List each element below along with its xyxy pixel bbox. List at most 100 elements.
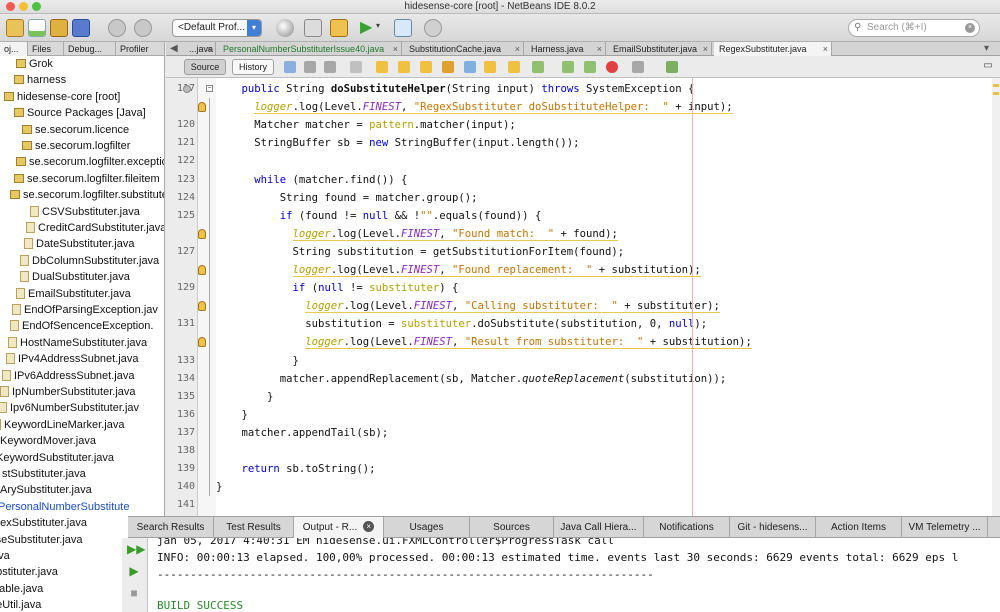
editor-tab[interactable]: ...java ×	[184, 42, 216, 56]
tree-item[interactable]: utable.java	[0, 581, 43, 597]
split-editor-icon[interactable]: ▭	[981, 59, 995, 73]
tree-item[interactable]: IpNumberSubstituter.java	[0, 384, 136, 400]
output-tab[interactable]: Sources	[470, 517, 554, 538]
close-tab-icon[interactable]: ×	[363, 521, 375, 532]
override-marker-icon[interactable]	[183, 85, 191, 93]
uncomment-icon[interactable]	[666, 61, 678, 73]
tree-item[interactable]: se.secorum.logfilter.substitute	[10, 187, 164, 203]
clear-search-icon[interactable]: ×	[965, 23, 975, 33]
tree-item[interactable]: ueUtil.java	[0, 597, 41, 612]
hint-lightbulb-icon[interactable]	[198, 102, 206, 113]
history-view-button[interactable]: History	[232, 59, 274, 75]
tree-item[interactable]: PersonalNumberSubstitute	[0, 499, 129, 515]
editor-tab[interactable]: EmailSubstituter.java ×	[608, 42, 712, 56]
comment-icon[interactable]	[584, 61, 596, 73]
editor-scrollbar[interactable]	[992, 78, 1000, 516]
tree-item[interactable]: KeywordLineMarker.java	[0, 417, 124, 433]
output-tab[interactable]: Action Items	[816, 517, 902, 538]
next-bookmark-icon[interactable]	[484, 61, 496, 73]
tree-item[interactable]: se.secorum.logfilter.exception	[16, 154, 164, 170]
configuration-select[interactable]: <Default Prof... ▾	[172, 19, 262, 37]
close-tab-icon[interactable]: ×	[823, 42, 828, 56]
output-tab[interactable]: VM Telemetry ...	[902, 517, 988, 538]
tree-item[interactable]: ava	[0, 548, 10, 564]
tree-item[interactable]: CreditCardSubstituter.java	[26, 220, 164, 236]
tab-projects[interactable]: oj...	[0, 42, 28, 56]
close-tab-icon[interactable]: ×	[515, 42, 520, 56]
output-console[interactable]: jan 05, 2017 4:40:31 EM hidesense.ui.FXM…	[148, 538, 1000, 612]
find-selection-icon[interactable]	[350, 61, 362, 73]
find-next-icon[interactable]	[398, 61, 410, 73]
forward-icon[interactable]	[324, 61, 336, 73]
close-tab-icon[interactable]: ×	[393, 42, 398, 56]
hint-lightbulb-icon[interactable]	[198, 301, 206, 312]
undo-icon[interactable]	[108, 19, 126, 37]
toggle-bookmark-icon[interactable]	[508, 61, 520, 73]
editor-tab[interactable]: PersonalNumberSubstituterIssue40.java ×	[218, 42, 402, 56]
output-tab[interactable]: Search Results	[128, 517, 214, 538]
new-project-icon[interactable]	[6, 19, 24, 37]
tree-item[interactable]: EmailSubstituter.java	[16, 286, 131, 302]
stop-icon[interactable]: ■	[127, 586, 141, 600]
tree-item[interactable]: DbColumnSubstituter.java	[20, 253, 159, 269]
tab-scroll-left-icon[interactable]: ◀	[170, 42, 178, 56]
chevron-down-icon[interactable]: ▾	[376, 21, 380, 30]
save-all-icon[interactable]	[72, 19, 90, 37]
tree-item[interactable]: Source Packages [Java]	[14, 105, 146, 121]
shift-right-icon[interactable]	[562, 61, 574, 73]
last-edit-icon[interactable]	[284, 61, 296, 73]
hint-lightbulb-icon[interactable]	[198, 265, 206, 275]
tree-item[interactable]: KeywordMover.java	[0, 433, 96, 449]
editor-tab[interactable]: RegexSubstituter.java ×	[714, 42, 832, 56]
shift-left-icon[interactable]	[532, 61, 544, 73]
toggle-highlight-icon[interactable]	[420, 61, 432, 73]
tree-item[interactable]: EndOfParsingException.jav	[12, 302, 158, 318]
new-file-icon[interactable]	[28, 19, 46, 37]
close-tab-icon[interactable]: ×	[703, 42, 708, 56]
output-tab[interactable]: Test Results	[214, 517, 294, 538]
fold-toggle-icon[interactable]: −	[206, 85, 213, 92]
tab-profiler[interactable]: Profiler	[116, 42, 165, 56]
rerun-icon[interactable]: ▶▶	[127, 542, 145, 556]
search-field[interactable]: ⚲ Search (⌘+I) ×	[848, 19, 980, 37]
tree-item[interactable]: IPv4AddressSubnet.java	[6, 351, 138, 367]
output-tab[interactable]: Git - hidesens...	[730, 517, 816, 538]
output-tab[interactable]: Notifications	[644, 517, 730, 538]
tree-item[interactable]: KeywordSubstituter.java	[0, 450, 114, 466]
tree-item[interactable]: se.secorum.logfilter	[22, 138, 130, 154]
start-macro-icon[interactable]	[606, 61, 618, 73]
tree-item[interactable]: DateSubstituter.java	[24, 236, 134, 252]
redo-icon[interactable]	[134, 19, 152, 37]
hint-lightbulb-icon[interactable]	[198, 337, 206, 348]
tree-item[interactable]: se.secorum.logfilter.fileitem	[14, 171, 160, 187]
rerun-with-options-icon[interactable]: ▶	[127, 564, 141, 578]
tree-item[interactable]: EndOfSencenceException.	[10, 318, 153, 334]
tree-item[interactable]: Grok	[16, 56, 53, 72]
find-previous-icon[interactable]	[376, 61, 388, 73]
tab-list-icon[interactable]: ▾	[984, 42, 989, 56]
editor-tab[interactable]: SubstitutionCache.java ×	[404, 42, 524, 56]
tree-item[interactable]: CSVSubstituter.java	[30, 204, 140, 220]
close-tab-icon[interactable]: ×	[597, 42, 602, 56]
run-icon[interactable]: ▶	[360, 19, 372, 37]
tree-item[interactable]: ArySubstituter.java	[0, 482, 92, 498]
code-editor[interactable]: public String doSubstituteHelper(String …	[216, 78, 992, 516]
clean-build-icon[interactable]	[330, 19, 348, 37]
previous-bookmark-icon[interactable]	[464, 61, 476, 73]
tab-files[interactable]: Files	[28, 42, 64, 56]
tree-item[interactable]: stSubstituter.java	[0, 466, 86, 482]
output-tab[interactable]: Output - R... ×	[294, 517, 384, 538]
tree-item[interactable]: DualSubstituter.java	[20, 269, 130, 285]
tree-item[interactable]: HostNameSubstituter.java	[8, 335, 147, 351]
output-tab[interactable]: Java Call Hiera...	[554, 517, 644, 538]
open-project-icon[interactable]	[50, 19, 68, 37]
profile-icon[interactable]	[424, 19, 442, 37]
source-view-button[interactable]: Source	[184, 59, 226, 75]
toggle-search-icon[interactable]	[442, 61, 454, 73]
tree-item[interactable]: Ipv6NumberSubstituter.jav	[0, 400, 139, 416]
build-hammer-icon[interactable]	[304, 19, 322, 37]
tree-item[interactable]: se.secorum.licence	[22, 122, 129, 138]
editor-tab[interactable]: Harness.java ×	[526, 42, 606, 56]
close-tab-icon[interactable]: ×	[207, 42, 212, 56]
tree-item[interactable]: harness	[14, 72, 66, 88]
